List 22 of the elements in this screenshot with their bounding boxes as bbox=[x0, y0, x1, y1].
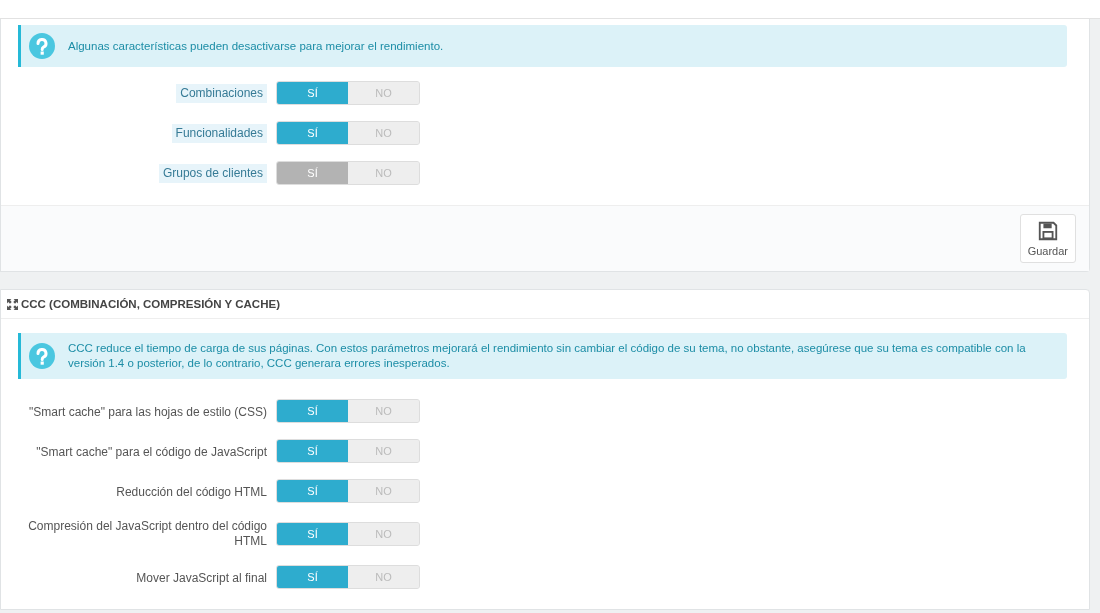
save-button[interactable]: Guardar bbox=[1019, 214, 1076, 263]
alert-text: CCC reduce el tiempo de carga de sus páginas. Con estos parámetros mejorará el rendimiento sin cambiar el código de su tema, no obstante, asegúrese que su tema es compatible con la versión 1.4 o posterior, de lo contrario, CCC generara errores inesperados. bbox=[68, 341, 1027, 371]
field-label: "Smart cache" para las hojas de estilo (CSS) bbox=[29, 405, 267, 420]
toggle-option[interactable]: SÍ bbox=[277, 82, 348, 104]
expand-icon bbox=[7, 298, 18, 310]
field-label: Combinaciones bbox=[176, 84, 267, 103]
help-icon bbox=[29, 33, 55, 59]
toggle-option[interactable]: SÍ bbox=[277, 122, 348, 144]
field-label: Grupos de clientes bbox=[158, 164, 267, 183]
field-label: Compresión del JavaScript dentro del código HTML bbox=[27, 519, 267, 549]
field-label: "Smart cache" para el código de JavaScript bbox=[36, 445, 267, 460]
panel-title: CCC (COMBINACIÓN, COMPRESIÓN Y CACHE) bbox=[21, 298, 280, 310]
toggle-option[interactable]: SÍ bbox=[277, 400, 348, 422]
toggle-option[interactable]: SÍ bbox=[277, 566, 348, 588]
alert-text: Algunas características pueden desactivarse para mejorar el rendimiento. bbox=[68, 38, 444, 54]
help-icon bbox=[29, 343, 55, 369]
toggle-option[interactable]: SÍ bbox=[277, 523, 348, 545]
toggle-option[interactable]: SÍ bbox=[277, 480, 348, 502]
toggle-option[interactable]: SÍ bbox=[277, 440, 348, 462]
field-label: Mover JavaScript al final bbox=[136, 571, 267, 586]
field-label: Funcionalidades bbox=[171, 124, 267, 143]
field-label: Reducción del código HTML bbox=[116, 485, 267, 500]
